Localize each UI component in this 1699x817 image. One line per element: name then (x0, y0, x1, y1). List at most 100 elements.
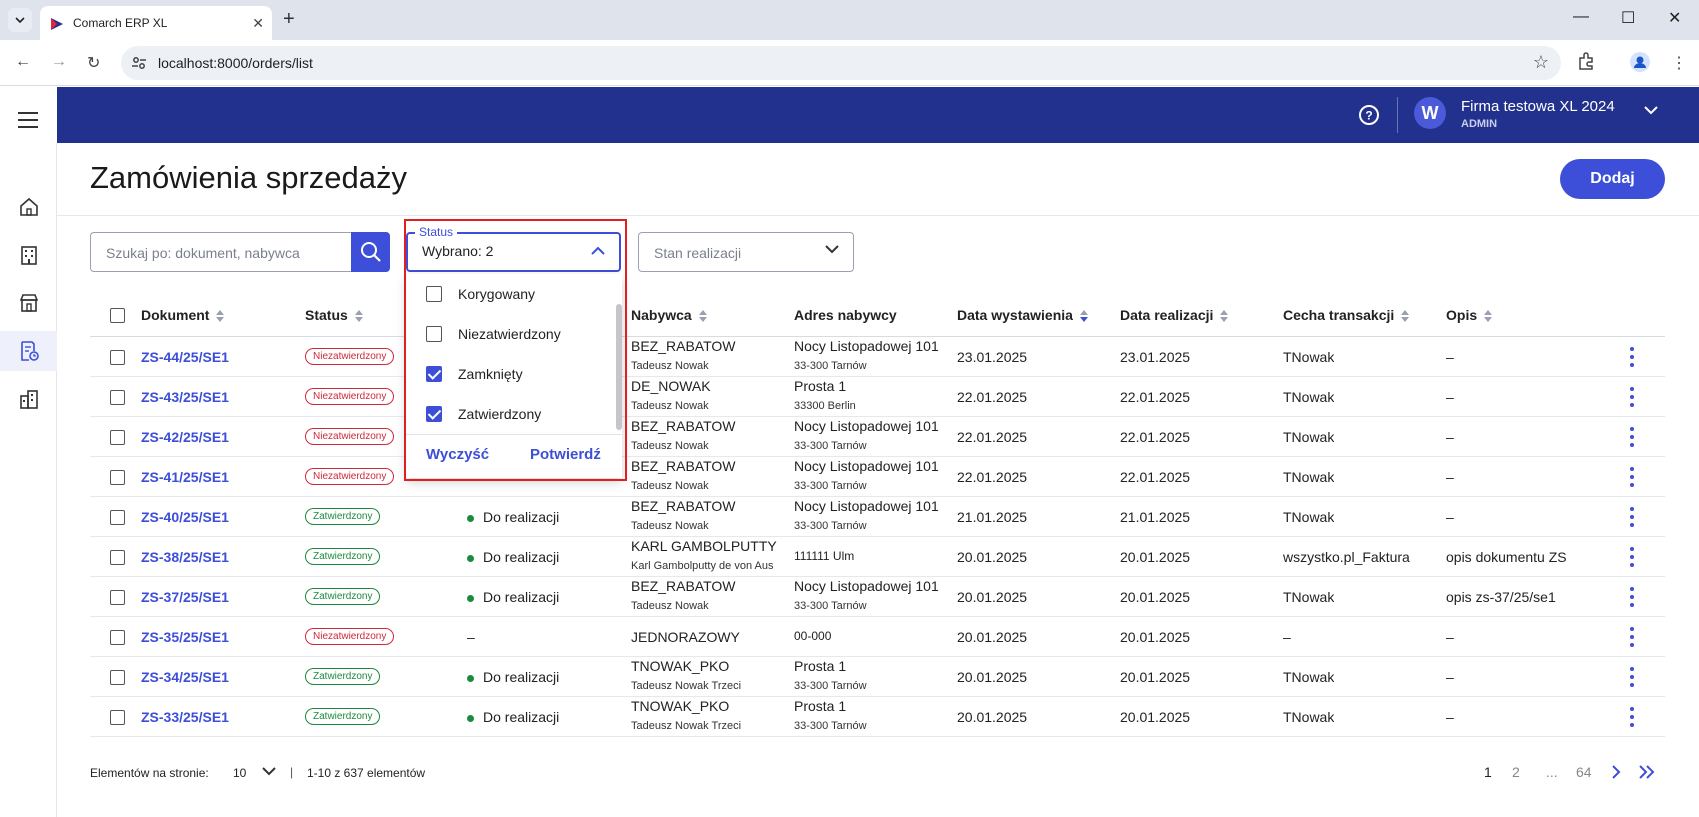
page-number[interactable]: ... (1546, 764, 1558, 780)
row-checkbox[interactable] (110, 510, 125, 525)
document-link[interactable]: ZS-43/25/SE1 (141, 389, 229, 405)
sort-icon[interactable] (1483, 309, 1493, 323)
row-menu-icon[interactable] (1630, 387, 1634, 411)
table-row[interactable]: ZS-35/25/SE1 Niezatwierdzony – JEDNORAZOWY 0… (90, 617, 1665, 657)
row-menu-icon[interactable] (1630, 547, 1634, 571)
select-all-checkbox[interactable] (110, 308, 125, 323)
last-page-icon[interactable] (1638, 764, 1656, 780)
row-menu-icon[interactable] (1630, 347, 1634, 371)
company-name[interactable]: Firma testowa XL 2024 (1461, 98, 1615, 115)
new-tab-button[interactable]: + (283, 8, 295, 30)
row-checkbox[interactable] (110, 590, 125, 605)
row-checkbox[interactable] (110, 430, 125, 445)
row-checkbox[interactable] (110, 710, 125, 725)
column-header[interactable]: Nabywca (631, 307, 708, 323)
browser-tab[interactable]: Comarch ERP XL ✕ (40, 6, 272, 40)
table-row[interactable]: ZS-40/25/SE1 Zatwierdzony Do realizacji BEZ… (90, 497, 1665, 537)
add-button[interactable]: Dodaj (1560, 159, 1665, 199)
sort-icon[interactable] (215, 309, 225, 323)
document-link[interactable]: ZS-35/25/SE1 (141, 629, 229, 645)
row-menu-icon[interactable] (1630, 507, 1634, 531)
tab-close-icon[interactable]: ✕ (252, 15, 264, 32)
sidebar-item-warehouse[interactable] (0, 379, 57, 419)
page-number[interactable]: 64 (1576, 764, 1592, 780)
tab-list-button[interactable] (8, 8, 32, 32)
document-link[interactable]: ZS-42/25/SE1 (141, 429, 229, 445)
column-header[interactable]: Opis (1446, 307, 1493, 323)
sidebar-item-home[interactable] (0, 187, 57, 227)
column-header[interactable]: Adres nabywcy (794, 307, 897, 323)
column-header[interactable]: Status (305, 307, 364, 323)
confirm-button[interactable]: Potwierdź (530, 446, 601, 463)
row-checkbox[interactable] (110, 550, 125, 565)
page-number[interactable]: 2 (1512, 764, 1520, 780)
row-checkbox[interactable] (110, 670, 125, 685)
sort-icon[interactable] (1079, 309, 1089, 323)
status-option[interactable]: Zatwierdzony (406, 394, 616, 434)
dropdown-scrollbar[interactable] (616, 304, 622, 430)
help-icon[interactable]: ? (1358, 104, 1380, 126)
row-checkbox[interactable] (110, 390, 125, 405)
sort-icon[interactable] (1219, 309, 1229, 323)
address-bar[interactable]: localhost:8000/orders/list ☆ (121, 46, 1561, 80)
stan-realizacji-select[interactable]: Stan realizacji (638, 232, 854, 272)
table-row[interactable]: ZS-34/25/SE1 Zatwierdzony Do realizacji TNO… (90, 657, 1665, 697)
status-option[interactable]: Zamknięty (406, 354, 616, 394)
page-number[interactable]: 1 (1484, 764, 1492, 780)
reload-icon[interactable]: ↻ (87, 53, 100, 73)
search-input[interactable]: Szukaj po: dokument, nabywca (90, 232, 351, 272)
minimize-icon[interactable]: — (1573, 8, 1589, 26)
row-menu-icon[interactable] (1630, 627, 1634, 651)
window-close-icon[interactable]: ✕ (1668, 8, 1681, 28)
maximize-icon[interactable]: ☐ (1621, 8, 1635, 28)
row-menu-icon[interactable] (1630, 667, 1634, 691)
chevron-down-icon[interactable] (1644, 106, 1658, 115)
per-page-select[interactable]: 10 (233, 766, 246, 780)
avatar[interactable]: W (1414, 97, 1446, 129)
table-row[interactable]: ZS-41/25/SE1 Niezatwierdzony BEZ_RABATOW Ta… (90, 457, 1665, 497)
option-checkbox[interactable] (426, 286, 442, 302)
sort-icon[interactable] (354, 309, 364, 323)
document-link[interactable]: ZS-44/25/SE1 (141, 349, 229, 365)
column-header[interactable]: Data wystawienia (957, 307, 1089, 323)
row-checkbox[interactable] (110, 630, 125, 645)
next-page-icon[interactable] (1610, 764, 1622, 780)
option-checkbox[interactable] (426, 406, 442, 422)
row-checkbox[interactable] (110, 470, 125, 485)
extensions-icon[interactable] (1577, 52, 1595, 70)
status-option[interactable]: Korygowany (406, 274, 616, 314)
browser-menu-icon[interactable]: ⋮ (1671, 53, 1687, 73)
bookmark-star-icon[interactable]: ☆ (1533, 52, 1549, 73)
table-row[interactable]: ZS-33/25/SE1 Zatwierdzony Do realizacji TNO… (90, 697, 1665, 737)
row-checkbox[interactable] (110, 350, 125, 365)
sort-icon[interactable] (1400, 309, 1410, 323)
table-row[interactable]: ZS-42/25/SE1 Niezatwierdzony BEZ_RABATOW Ta… (90, 417, 1665, 457)
chevron-down-icon[interactable] (262, 767, 276, 776)
sidebar-item-orders[interactable] (0, 331, 57, 371)
status-option[interactable]: Niezatwierdzony (406, 314, 616, 354)
document-link[interactable]: ZS-37/25/SE1 (141, 589, 229, 605)
sidebar-item-companies[interactable] (0, 235, 57, 275)
table-row[interactable]: ZS-37/25/SE1 Zatwierdzony Do realizacji BEZ… (90, 577, 1665, 617)
document-link[interactable]: ZS-41/25/SE1 (141, 469, 229, 485)
site-settings-icon[interactable] (131, 55, 147, 71)
sidebar-item-store[interactable] (0, 283, 57, 323)
row-menu-icon[interactable] (1630, 427, 1634, 451)
sort-icon[interactable] (698, 309, 708, 323)
table-row[interactable]: ZS-38/25/SE1 Zatwierdzony Do realizacji KAR… (90, 537, 1665, 577)
document-link[interactable]: ZS-40/25/SE1 (141, 509, 229, 525)
document-link[interactable]: ZS-33/25/SE1 (141, 709, 229, 725)
back-icon[interactable]: ← (15, 53, 31, 71)
forward-icon[interactable]: → (51, 53, 67, 71)
column-header[interactable]: Dokument (141, 307, 225, 323)
table-row[interactable]: ZS-43/25/SE1 Niezatwierdzony DE_NOWAK Tadeu… (90, 377, 1665, 417)
document-link[interactable]: ZS-38/25/SE1 (141, 549, 229, 565)
profile-icon[interactable] (1630, 52, 1650, 72)
table-row[interactable]: ZS-44/25/SE1 Niezatwierdzony BEZ_RABATOW Ta… (90, 337, 1665, 377)
row-menu-icon[interactable] (1630, 587, 1634, 611)
document-link[interactable]: ZS-34/25/SE1 (141, 669, 229, 685)
option-checkbox[interactable] (426, 366, 442, 382)
clear-button[interactable]: Wyczyść (426, 446, 489, 463)
hamburger-menu-icon[interactable] (18, 112, 40, 128)
column-header[interactable]: Cecha transakcji (1283, 307, 1410, 323)
